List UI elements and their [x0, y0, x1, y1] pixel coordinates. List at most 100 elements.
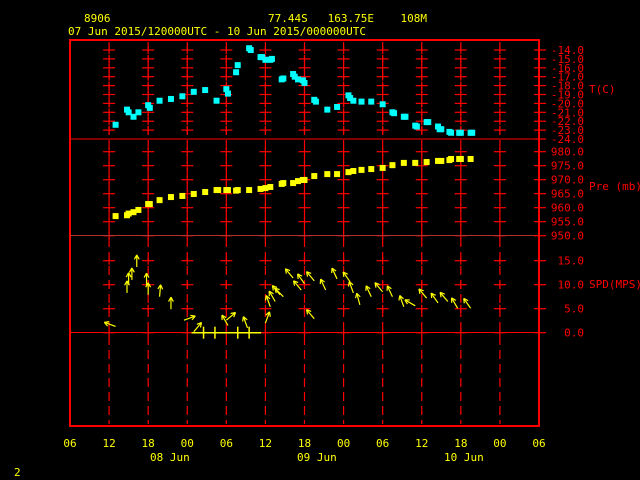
pressure-point — [215, 187, 222, 194]
temperature-point — [179, 93, 186, 100]
pressure-point — [179, 192, 186, 199]
wind-arrow — [157, 284, 164, 297]
temperature-point — [448, 129, 455, 136]
pressure-point — [350, 168, 357, 175]
pressure-point — [112, 213, 119, 220]
pressure-point — [423, 159, 430, 166]
x-tick-label: 12 — [259, 437, 272, 450]
pressure-point — [467, 155, 474, 162]
wind-arrow-head — [398, 295, 401, 301]
wind-arrow — [374, 282, 384, 293]
pressure-point — [246, 187, 253, 194]
station-location: 77.44S 163.75E 108M — [268, 12, 427, 25]
temperature-point — [350, 97, 357, 104]
temperature-point — [268, 55, 275, 62]
y-tick-label: 10.0 — [558, 279, 585, 292]
pressure-point — [311, 173, 318, 180]
y-tick-label: -24.0 — [551, 133, 584, 146]
x-tick-label: 00 — [181, 437, 194, 450]
wind-arrow — [183, 314, 196, 321]
wind-arrow-head — [297, 273, 299, 279]
wind-arrow — [268, 290, 276, 302]
temperature-point — [312, 98, 319, 105]
right-axes: -14.0-15.0-16.0-17.0-18.0-19.0-20.0-21.0… — [534, 44, 640, 340]
wind-arrow — [386, 285, 393, 297]
wind-arrow — [365, 285, 372, 297]
wind-arrow — [193, 321, 203, 333]
wind-arrow — [305, 271, 315, 282]
x-date-label: 10 Jun — [444, 451, 484, 464]
pressure-point — [224, 187, 231, 194]
pressure-point — [202, 189, 209, 196]
y-tick-label: 955.0 — [551, 216, 584, 229]
pressure-point — [379, 164, 386, 171]
temperature-point — [247, 47, 254, 53]
wind-arrow-head — [190, 314, 196, 317]
x-tick-label: 06 — [376, 437, 389, 450]
temperature-point — [135, 109, 142, 116]
temperature-point — [112, 121, 119, 128]
temperature-point — [213, 97, 220, 104]
temperature-point — [224, 90, 231, 97]
temperature-point — [425, 119, 432, 126]
y-axis-label: T(C) — [589, 83, 616, 96]
pressure-point — [334, 171, 341, 178]
temperature-point — [146, 104, 153, 111]
temperature-point — [280, 75, 287, 82]
temperature-point — [469, 129, 476, 136]
temperature-point — [234, 62, 241, 69]
x-axis-labels: 06 12 18 00 06 12 18 00 06 12 18 00 06 08 Jun 09 Jun 10… — [63, 437, 545, 464]
temperature-point — [457, 129, 464, 136]
pressure-point — [368, 166, 375, 173]
wind-arrow — [404, 299, 416, 307]
x-tick-label: 18 — [298, 437, 311, 450]
x-tick-label: 06 — [220, 437, 233, 450]
temperature-point — [167, 95, 174, 102]
data-marks — [103, 45, 476, 339]
y-tick-label: 975.0 — [551, 160, 584, 173]
x-tick-label: 12 — [415, 437, 428, 450]
temperature-point — [438, 126, 445, 133]
y-tick-label: 950.0 — [551, 230, 584, 243]
pressure-point — [301, 176, 308, 183]
wind-arrow — [284, 268, 294, 279]
pressure-point — [234, 187, 241, 194]
wind-arrow — [264, 311, 271, 324]
wind-arrow — [450, 297, 459, 309]
temperature-point — [334, 103, 341, 110]
x-date-label: 08 Jun — [150, 451, 190, 464]
wind-arrow — [202, 326, 227, 339]
y-tick-label: 960.0 — [551, 202, 584, 215]
pressure-point — [146, 201, 153, 208]
pressure-point — [135, 206, 142, 213]
temperature-point — [233, 69, 240, 76]
wind-arrow-head — [463, 298, 465, 304]
wind-arrow — [439, 291, 449, 302]
y-axis-label: Pre (mb) — [589, 180, 640, 193]
wind-arrow — [319, 278, 327, 291]
x-date-label: 09 Jun — [297, 451, 337, 464]
y-tick-label: 970.0 — [551, 174, 584, 187]
y-tick-label: 0.0 — [564, 327, 584, 340]
wind-arrow — [297, 273, 305, 285]
pressure-point — [324, 171, 331, 178]
wind-arrow — [274, 287, 284, 298]
pressure-point — [280, 180, 287, 187]
pressure-point — [412, 159, 419, 166]
wind-arrow-head — [430, 293, 433, 299]
temperature-point — [202, 87, 209, 94]
wind-arrow-head — [268, 311, 271, 317]
frame-number: 2 — [14, 466, 21, 479]
temperature-point — [156, 97, 163, 104]
temperature-point — [391, 110, 398, 117]
pressure-point — [267, 183, 274, 190]
grid — [103, 42, 506, 424]
pressure-point — [438, 157, 445, 164]
wind-arrow — [463, 297, 472, 309]
wind-arrow — [331, 267, 338, 280]
wind-arrow-head — [347, 281, 350, 287]
pressure-point — [156, 197, 163, 204]
temperature-point — [379, 101, 386, 108]
x-tick-label: 12 — [102, 437, 115, 450]
wind-arrow-head — [104, 321, 110, 323]
